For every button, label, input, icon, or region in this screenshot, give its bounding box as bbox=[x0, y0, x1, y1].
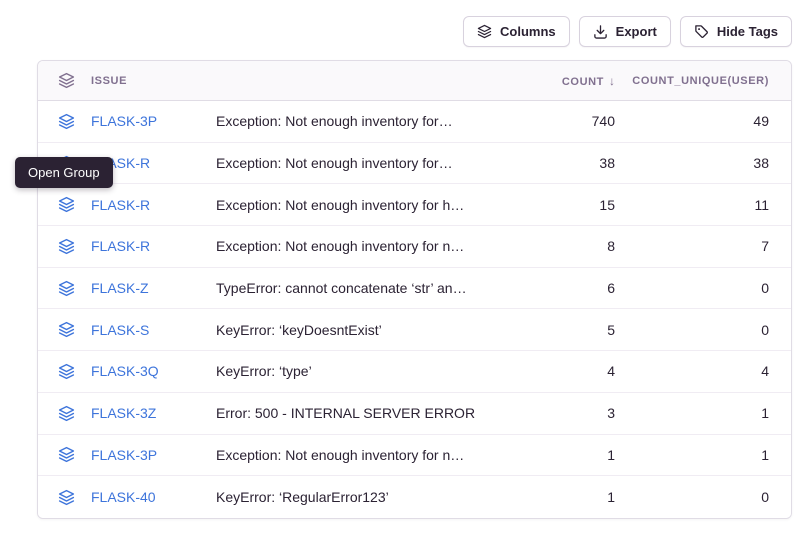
toolbar: Columns Export Hide Tags bbox=[463, 16, 792, 47]
header-issue-label: ISSUE bbox=[91, 75, 127, 87]
count-unique-value: 49 bbox=[615, 113, 791, 129]
hide-tags-button[interactable]: Hide Tags bbox=[680, 16, 792, 47]
issue-cell: FLASK-3Q bbox=[38, 363, 216, 380]
count-value: 6 bbox=[505, 280, 615, 296]
hide-tags-button-label: Hide Tags bbox=[717, 24, 778, 39]
count-value: 740 bbox=[505, 113, 615, 129]
count-unique-value: 38 bbox=[615, 155, 791, 171]
header-count[interactable]: COUNT↓ bbox=[505, 74, 615, 88]
table-row[interactable]: FLASK-3Q KeyError: ‘type’ 4 4 bbox=[38, 351, 791, 393]
issue-cell: FLASK-R bbox=[38, 238, 216, 255]
issue-link[interactable]: FLASK-R bbox=[91, 197, 150, 213]
issue-link[interactable]: FLASK-R bbox=[91, 238, 150, 254]
count-unique-value: 11 bbox=[615, 197, 791, 213]
count-unique-value: 7 bbox=[615, 238, 791, 254]
table-row[interactable]: FLASK-40 KeyError: ‘RegularError123’ 1 0 bbox=[38, 476, 791, 518]
count-value: 5 bbox=[505, 322, 615, 338]
count-unique-value: 0 bbox=[615, 280, 791, 296]
layers-icon bbox=[477, 24, 492, 39]
count-value: 8 bbox=[505, 238, 615, 254]
issue-link[interactable]: FLASK-3Q bbox=[91, 363, 159, 379]
count-unique-value: 0 bbox=[615, 489, 791, 505]
issue-description: Exception: Not enough inventory for… bbox=[216, 155, 505, 171]
issue-cell: FLASK-S bbox=[38, 321, 216, 338]
issue-link[interactable]: FLASK-3P bbox=[91, 113, 157, 129]
issue-link[interactable]: FLASK-40 bbox=[91, 489, 156, 505]
count-unique-value: 1 bbox=[615, 447, 791, 463]
count-value: 4 bbox=[505, 363, 615, 379]
issue-cell: FLASK-3Z bbox=[38, 405, 216, 422]
download-icon bbox=[593, 24, 608, 39]
issue-description: Error: 500 - INTERNAL SERVER ERROR bbox=[216, 405, 505, 421]
count-value: 15 bbox=[505, 197, 615, 213]
open-group-icon[interactable] bbox=[58, 196, 75, 213]
issue-cell: FLASK-3P bbox=[38, 446, 216, 463]
header-issue[interactable]: ISSUE bbox=[38, 72, 216, 89]
open-group-icon[interactable] bbox=[58, 321, 75, 338]
table-row[interactable]: FLASK-3Z Error: 500 - INTERNAL SERVER ER… bbox=[38, 393, 791, 435]
issue-description: Exception: Not enough inventory for n… bbox=[216, 238, 505, 254]
table-body: FLASK-3P Exception: Not enough inventory… bbox=[38, 101, 791, 518]
open-group-icon[interactable] bbox=[58, 280, 75, 297]
table-row[interactable]: FLASK-S KeyError: ‘keyDoesntExist’ 5 0 bbox=[38, 309, 791, 351]
issue-cell: FLASK-40 bbox=[38, 489, 216, 506]
export-button-label: Export bbox=[616, 24, 657, 39]
tag-icon bbox=[694, 24, 709, 39]
issue-description: Exception: Not enough inventory for h… bbox=[216, 197, 505, 213]
header-count-unique[interactable]: COUNT_UNIQUE(USER) bbox=[615, 75, 791, 87]
issue-cell: FLASK-R bbox=[38, 196, 216, 213]
issue-description: KeyError: ‘keyDoesntExist’ bbox=[216, 322, 505, 338]
table-row[interactable]: FLASK-R Exception: Not enough inventory … bbox=[38, 184, 791, 226]
table-row[interactable]: FLASK-R Exception: Not enough inventory … bbox=[38, 226, 791, 268]
header-count-label: COUNT bbox=[562, 76, 604, 88]
open-group-icon[interactable] bbox=[58, 238, 75, 255]
columns-button-label: Columns bbox=[500, 24, 556, 39]
open-group-icon[interactable] bbox=[58, 489, 75, 506]
issue-description: Exception: Not enough inventory for… bbox=[216, 113, 505, 129]
columns-button[interactable]: Columns bbox=[463, 16, 570, 47]
issue-description: KeyError: ‘RegularError123’ bbox=[216, 489, 505, 505]
count-value: 3 bbox=[505, 405, 615, 421]
issue-description: Exception: Not enough inventory for n… bbox=[216, 447, 505, 463]
issue-cell: FLASK-Z bbox=[38, 280, 216, 297]
export-button[interactable]: Export bbox=[579, 16, 671, 47]
issues-table: ISSUE COUNT↓ COUNT_UNIQUE(USER) FLASK-3P… bbox=[37, 60, 792, 519]
open-group-tooltip: Open Group bbox=[15, 157, 113, 188]
open-group-icon[interactable] bbox=[58, 113, 75, 130]
table-row[interactable]: FLASK-3P Exception: Not enough inventory… bbox=[38, 101, 791, 143]
issue-link[interactable]: FLASK-S bbox=[91, 322, 149, 338]
count-value: 1 bbox=[505, 447, 615, 463]
layers-icon bbox=[58, 72, 75, 89]
issue-description: TypeError: cannot concatenate ‘str’ an… bbox=[216, 280, 505, 296]
issue-link[interactable]: FLASK-Z bbox=[91, 280, 149, 296]
table-header-row: ISSUE COUNT↓ COUNT_UNIQUE(USER) bbox=[38, 61, 791, 101]
issue-cell: FLASK-3P bbox=[38, 113, 216, 130]
table-row[interactable]: FLASK-R Exception: Not enough inventory … bbox=[38, 143, 791, 185]
issue-link[interactable]: FLASK-3P bbox=[91, 447, 157, 463]
count-unique-value: 0 bbox=[615, 322, 791, 338]
count-unique-value: 4 bbox=[615, 363, 791, 379]
count-unique-value: 1 bbox=[615, 405, 791, 421]
table-row[interactable]: FLASK-Z TypeError: cannot concatenate ‘s… bbox=[38, 268, 791, 310]
open-group-icon[interactable] bbox=[58, 363, 75, 380]
open-group-icon[interactable] bbox=[58, 446, 75, 463]
count-value: 38 bbox=[505, 155, 615, 171]
open-group-icon[interactable] bbox=[58, 405, 75, 422]
count-value: 1 bbox=[505, 489, 615, 505]
table-row[interactable]: FLASK-3P Exception: Not enough inventory… bbox=[38, 435, 791, 477]
issue-description: KeyError: ‘type’ bbox=[216, 363, 505, 379]
issue-link[interactable]: FLASK-3Z bbox=[91, 405, 156, 421]
